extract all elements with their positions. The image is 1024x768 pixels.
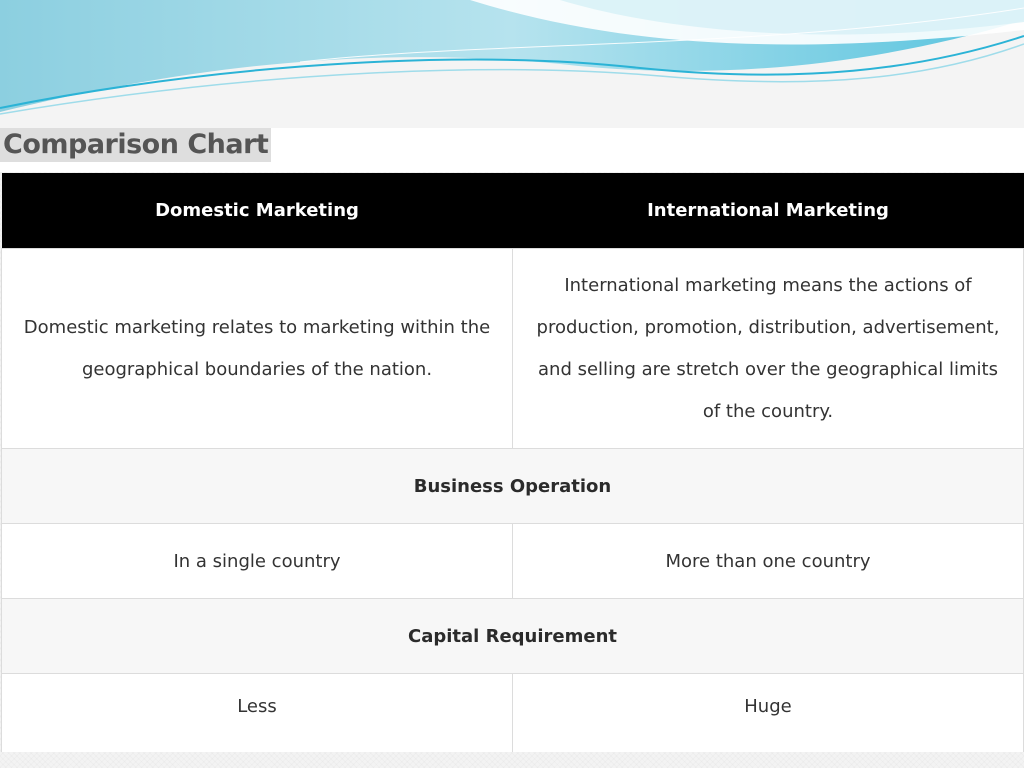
comparison-table: Domestic Marketing International Marketi…	[1, 173, 1024, 752]
cell-international-business-operation: More than one country	[512, 523, 1024, 599]
cell-domestic-business-operation: In a single country	[1, 523, 513, 599]
section-heading-capital-requirement: Capital Requirement	[1, 598, 1024, 674]
table-header-row: Domestic Marketing International Marketi…	[1, 173, 1024, 249]
cell-international-definition: International marketing means the action…	[512, 248, 1024, 449]
cell-international-capital-requirement: Huge	[512, 673, 1024, 752]
table-row-business-operation: In a single country More than one countr…	[1, 523, 1024, 599]
header-domestic-marketing: Domestic Marketing	[1, 173, 513, 249]
section-heading-business-operation: Business Operation	[1, 448, 1024, 524]
table-row-definition: Domestic marketing relates to marketing …	[1, 248, 1024, 449]
cell-domestic-definition: Domestic marketing relates to marketing …	[1, 248, 513, 449]
section-row-business-operation: Business Operation	[1, 448, 1024, 524]
header-wave-decoration	[0, 0, 1024, 130]
header-international-marketing: International Marketing	[512, 173, 1024, 249]
table-row-capital-requirement: Less Huge	[1, 673, 1024, 752]
section-row-capital-requirement: Capital Requirement	[1, 598, 1024, 674]
cell-domestic-capital-requirement: Less	[1, 673, 513, 752]
slide-title: Comparison Chart	[0, 128, 272, 162]
